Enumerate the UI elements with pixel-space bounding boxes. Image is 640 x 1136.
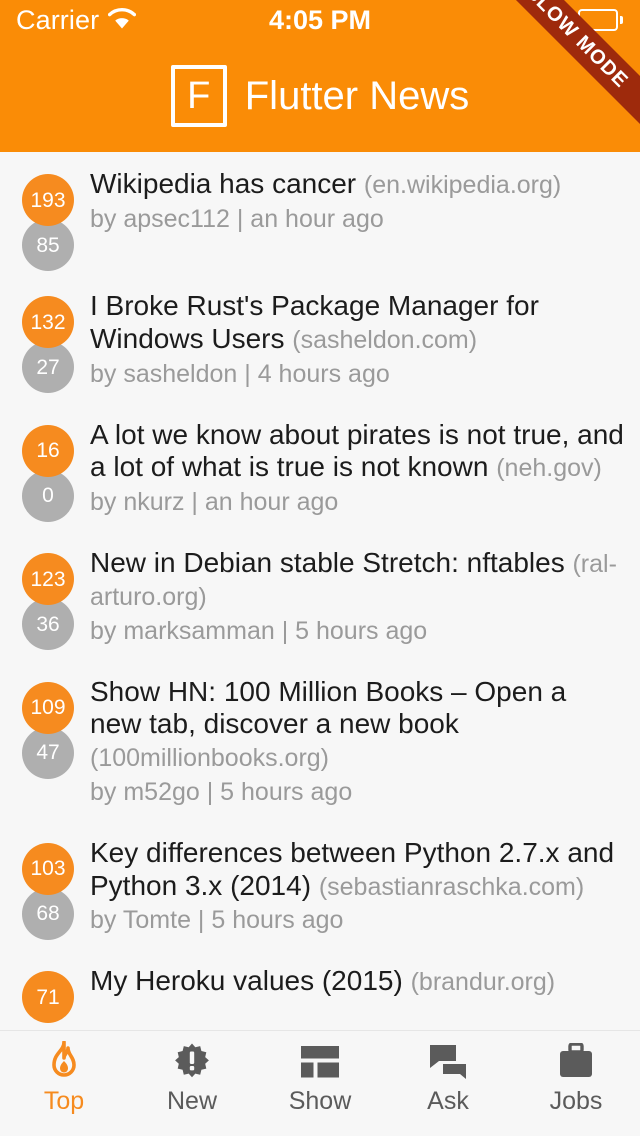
story-body: My Heroku values (2015) (brandur.org) xyxy=(80,963,624,1030)
comment-count-badge: 85 xyxy=(22,219,74,271)
story-headline[interactable]: My Heroku values (2015) (brandur.org) xyxy=(90,965,624,998)
score-badge: 109 xyxy=(22,681,74,734)
nav-tab-label: Jobs xyxy=(549,1087,603,1115)
story-item[interactable]: 71 My Heroku values (2015) (brandur.org) xyxy=(0,949,640,1030)
nav-tab-show[interactable]: Show xyxy=(256,1031,384,1136)
story-badges: 109 47 xyxy=(16,674,80,779)
story-badges: 193 85 xyxy=(16,166,80,271)
score-badge: 123 xyxy=(22,553,74,605)
comment-count-badge: 0 xyxy=(22,469,74,522)
nav-tab-label: Top xyxy=(43,1087,85,1115)
logo-letter: F xyxy=(187,75,211,117)
story-domain: (sebastianraschka.com) xyxy=(318,872,585,901)
score-badge: 71 xyxy=(22,971,74,1024)
nav-tab-label: Ask xyxy=(427,1087,469,1115)
story-meta: by Tomte | 5 hours ago xyxy=(90,906,344,935)
story-title: My Heroku values (2015) xyxy=(90,965,403,997)
story-item[interactable]: 132 27 I Broke Rust's Package Manager for … xyxy=(0,274,640,403)
story-title: New in Debian stable Stretch: nftables xyxy=(90,547,565,578)
starburst-exclamation-icon xyxy=(172,1041,212,1083)
story-headline[interactable]: Wikipedia has cancer (en.wikipedia.org) xyxy=(90,168,624,201)
nav-tab-jobs[interactable]: Jobs xyxy=(512,1031,640,1136)
story-domain: (neh.gov) xyxy=(496,454,602,483)
comment-count-badge: 47 xyxy=(22,726,74,779)
battery-cap xyxy=(620,16,623,24)
story-badges: 16 0 xyxy=(16,417,80,522)
story-item[interactable]: 16 0 A lot we know about pirates is not tr… xyxy=(0,403,640,532)
app-header: Carrier 4:05 PM SLOW MODE F Flutter News xyxy=(0,0,640,152)
story-headline[interactable]: Show HN: 100 Million Books – Open a new … xyxy=(90,676,624,774)
story-body: I Broke Rust's Package Manager for Windo… xyxy=(80,288,624,389)
story-headline[interactable]: Key differences between Python 2.7.x and… xyxy=(90,837,624,903)
bottom-navigation: Top New Show Ask Jobs xyxy=(0,1030,640,1136)
story-domain: (en.wikipedia.org) xyxy=(363,171,562,199)
briefcase-icon xyxy=(556,1041,596,1083)
story-meta: by sasheldon | 4 hours ago xyxy=(90,359,390,388)
story-item[interactable]: 193 85 Wikipedia has cancer (en.wikipedia.… xyxy=(0,152,640,274)
nav-tab-label: Show xyxy=(288,1087,352,1115)
dashboard-icon xyxy=(299,1041,341,1083)
story-title: Wikipedia has cancer xyxy=(90,168,357,199)
score-badge: 103 xyxy=(22,842,74,895)
story-meta: by apsec112 | an hour ago xyxy=(90,204,384,233)
story-badges: 123 36 xyxy=(16,545,80,650)
nav-tab-top[interactable]: Top xyxy=(0,1031,128,1136)
story-item[interactable]: 123 36 New in Debian stable Stretch: nftab… xyxy=(0,531,640,660)
comment-count-badge: 36 xyxy=(22,598,74,650)
story-list[interactable]: 193 85 Wikipedia has cancer (en.wikipedia.… xyxy=(0,152,640,1030)
flutter-logo-icon: F xyxy=(170,65,227,127)
flame-icon xyxy=(44,1041,84,1083)
chat-bubbles-icon xyxy=(428,1041,468,1083)
score-badge: 132 xyxy=(22,296,74,348)
app-bar-content: F Flutter News xyxy=(170,65,470,127)
story-badges: 103 68 xyxy=(16,835,80,940)
story-headline[interactable]: A lot we know about pirates is not true,… xyxy=(90,419,624,485)
nav-tab-label: New xyxy=(166,1087,217,1115)
story-headline[interactable]: New in Debian stable Stretch: nftables (… xyxy=(90,547,624,613)
score-badge: 16 xyxy=(22,424,74,477)
story-item[interactable]: 103 68 Key differences between Python 2.7.… xyxy=(0,821,640,950)
story-body: New in Debian stable Stretch: nftables (… xyxy=(80,545,624,646)
page-title: Flutter News xyxy=(244,74,470,118)
story-badges: 71 xyxy=(16,963,80,1030)
comment-count-badge: 27 xyxy=(22,341,74,393)
story-body: Wikipedia has cancer (en.wikipedia.org) b… xyxy=(80,166,624,260)
comment-count-badge: 68 xyxy=(22,887,74,940)
story-title: Show HN: 100 Million Books – Open a new … xyxy=(90,675,567,740)
story-domain: (100millionbooks.org) xyxy=(90,744,330,772)
app-screen: Carrier 4:05 PM SLOW MODE F Flutter News… xyxy=(0,0,640,1136)
score-badge: 193 xyxy=(22,174,74,226)
story-body: Key differences between Python 2.7.x and… xyxy=(80,835,624,936)
story-body: A lot we know about pirates is not true,… xyxy=(80,417,624,518)
story-meta: by nkurz | an hour ago xyxy=(90,488,339,516)
app-bar: F Flutter News xyxy=(0,40,640,152)
story-meta: by marksamman | 5 hours ago xyxy=(90,616,428,645)
story-badges: 132 27 xyxy=(16,288,80,393)
story-item[interactable]: 109 47 Show HN: 100 Million Books – Open a… xyxy=(0,660,640,821)
story-domain: (brandur.org) xyxy=(410,968,556,997)
story-headline[interactable]: I Broke Rust's Package Manager for Windo… xyxy=(90,290,624,356)
story-body: Show HN: 100 Million Books – Open a new … xyxy=(80,674,624,807)
story-domain: (sasheldon.com) xyxy=(292,325,478,354)
nav-tab-ask[interactable]: Ask xyxy=(384,1031,512,1136)
story-meta: by m52go | 5 hours ago xyxy=(90,777,353,806)
nav-tab-new[interactable]: New xyxy=(128,1031,256,1136)
